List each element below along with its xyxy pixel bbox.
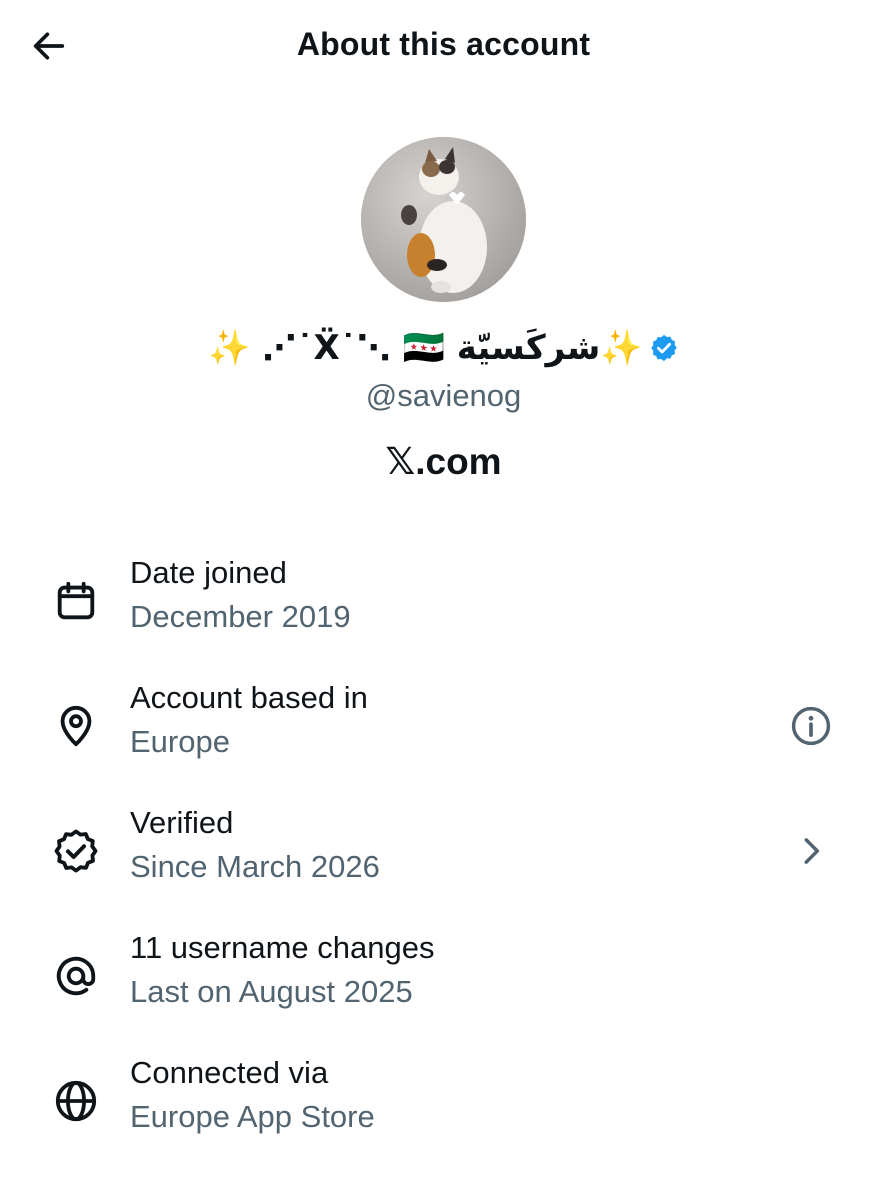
verified-badge-icon: [650, 334, 677, 362]
detail-label: Connected via: [130, 1055, 329, 1090]
display-name: ✨ ⋰˙Ẍ˙⋱ 🇸🇾 شركَسيّة✨: [208, 328, 643, 368]
detail-row-verified[interactable]: Verified Since March 2026: [0, 805, 887, 915]
username-handle: @savienog: [365, 378, 522, 413]
detail-value: Since March 2026: [130, 849, 380, 884]
verified-outline-icon: [50, 825, 102, 877]
at-sign-icon: [50, 950, 102, 1002]
site-suffix: .com: [415, 440, 502, 482]
detail-value: Last on August 2025: [130, 974, 413, 1009]
chevron-right-icon: [804, 838, 820, 864]
avatar: [361, 137, 526, 302]
detail-value: Europe: [130, 724, 230, 759]
location-pin-icon: [50, 700, 102, 752]
detail-label: Verified: [130, 805, 234, 840]
site-link[interactable]: 𝕏 .com: [0, 440, 887, 483]
display-name-row: ✨ ⋰˙Ẍ˙⋱ 🇸🇾 شركَسيّة✨: [0, 328, 887, 368]
verified-chevron-button[interactable]: [785, 825, 837, 877]
detail-label: Date joined: [130, 555, 287, 590]
calendar-icon: [50, 575, 102, 627]
detail-label: 11 username changes: [130, 930, 435, 965]
globe-icon: [50, 1075, 102, 1127]
detail-row-username-changes: 11 username changes Last on August 2025: [0, 930, 887, 1040]
info-icon: [791, 706, 831, 746]
detail-row-account-based-in: Account based in Europe: [0, 680, 887, 790]
detail-row-date-joined: Date joined December 2019: [0, 555, 887, 665]
detail-value: Europe App Store: [130, 1099, 375, 1134]
info-button[interactable]: [785, 700, 837, 752]
cat-photo: [361, 137, 526, 302]
detail-value: December 2019: [130, 599, 351, 634]
x-logo: 𝕏: [385, 440, 416, 483]
header-bar: About this account: [0, 0, 887, 92]
detail-label: Account based in: [130, 680, 368, 715]
detail-row-connected-via: Connected via Europe App Store: [0, 1055, 887, 1165]
page-title: About this account: [296, 26, 591, 62]
